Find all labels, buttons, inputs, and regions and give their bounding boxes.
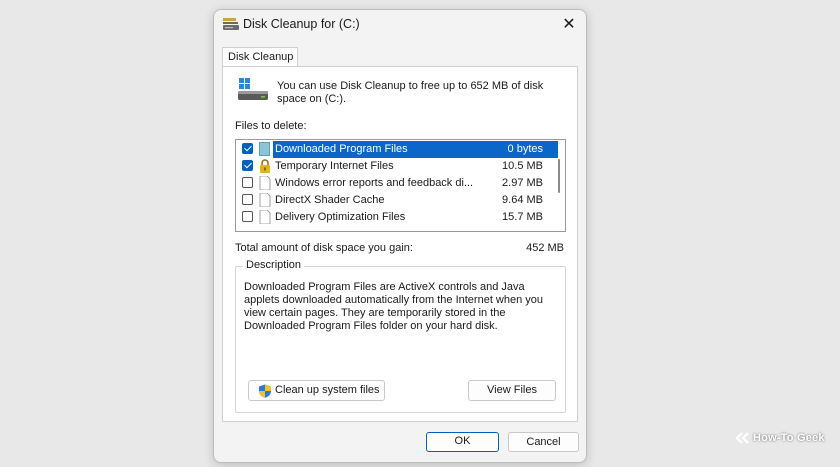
file-row[interactable]: DirectX Shader Cache 9.64 MB [236,192,553,209]
ok-button[interactable]: OK [426,432,499,452]
view-files-button[interactable]: View Files [468,380,556,401]
total-gain-value: 452 MB [526,242,564,254]
disk-cleanup-window: Disk Cleanup for (C:) ✕ Disk Cleanup You… [213,9,587,463]
file-name: Windows error reports and feedback di... [275,177,474,189]
file-size: 10.5 MB [502,160,543,172]
uac-shield-icon [259,384,271,398]
file-row[interactable]: Temporary Internet Files 10.5 MB [236,158,553,175]
file-icon [259,193,271,207]
file-checkbox[interactable] [242,160,253,171]
drive-icon [238,78,268,100]
disk-cleanup-panel: You can use Disk Cleanup to free up to 6… [222,66,578,422]
files-to-delete-label: Files to delete: [235,120,307,132]
description-legend: Description [243,259,305,271]
watermark-text: How-To Geek [753,432,825,444]
folder-icon [259,142,270,156]
file-row[interactable]: Windows error reports and feedback di...… [236,175,553,192]
file-row[interactable]: Delivery Optimization Files 15.7 MB [236,209,553,226]
file-name: Delivery Optimization Files [275,211,406,223]
file-name: DirectX Shader Cache [275,194,385,206]
list-scrollbar[interactable] [553,140,565,231]
clean-up-system-files-button[interactable]: Clean up system files [248,380,385,401]
close-button[interactable]: ✕ [558,14,580,36]
file-icon [259,176,271,190]
cancel-button[interactable]: Cancel [508,432,579,452]
lock-icon [260,159,270,173]
disk-cleanup-icon [223,18,239,30]
summary-text: You can use Disk Cleanup to free up to 6… [277,80,544,105]
files-listbox[interactable]: Downloaded Program Files 0 bytes Tempora… [235,139,566,232]
tab-disk-cleanup[interactable]: Disk Cleanup [222,47,298,66]
file-size: 15.7 MB [502,211,543,223]
close-icon: ✕ [562,16,576,33]
description-text: Downloaded Program Files are ActiveX con… [244,281,544,332]
file-size: 0 bytes [507,143,543,155]
title-bar[interactable]: Disk Cleanup for (C:) ✕ [214,10,586,40]
clean-up-system-files-label: Clean up system files [275,384,380,396]
file-size: 2.97 MB [502,177,543,189]
file-checkbox[interactable] [242,211,253,222]
file-name: Downloaded Program Files [275,143,408,155]
file-icon [259,210,271,224]
window-title: Disk Cleanup for (C:) [243,17,360,31]
file-checkbox[interactable] [242,194,253,205]
description-group: Description Downloaded Program Files are… [235,259,566,413]
chevron-logo-icon [736,432,749,444]
file-checkbox[interactable] [242,143,253,154]
file-checkbox[interactable] [242,177,253,188]
file-name: Temporary Internet Files [275,160,394,172]
scrollbar-thumb[interactable] [558,159,560,193]
total-gain-label: Total amount of disk space you gain: [235,242,413,254]
file-row[interactable]: Downloaded Program Files 0 bytes [236,141,558,158]
file-size: 9.64 MB [502,194,543,206]
